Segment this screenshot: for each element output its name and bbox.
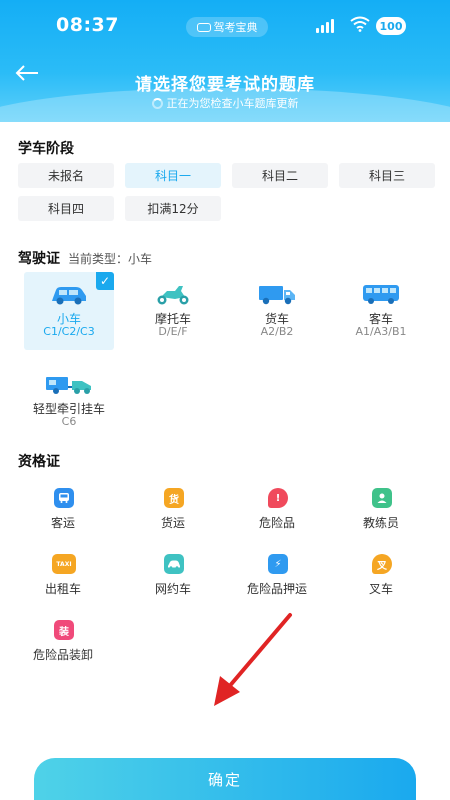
annotation-arrow-icon (214, 613, 292, 706)
confirm-button[interactable]: 确定 (34, 758, 416, 800)
